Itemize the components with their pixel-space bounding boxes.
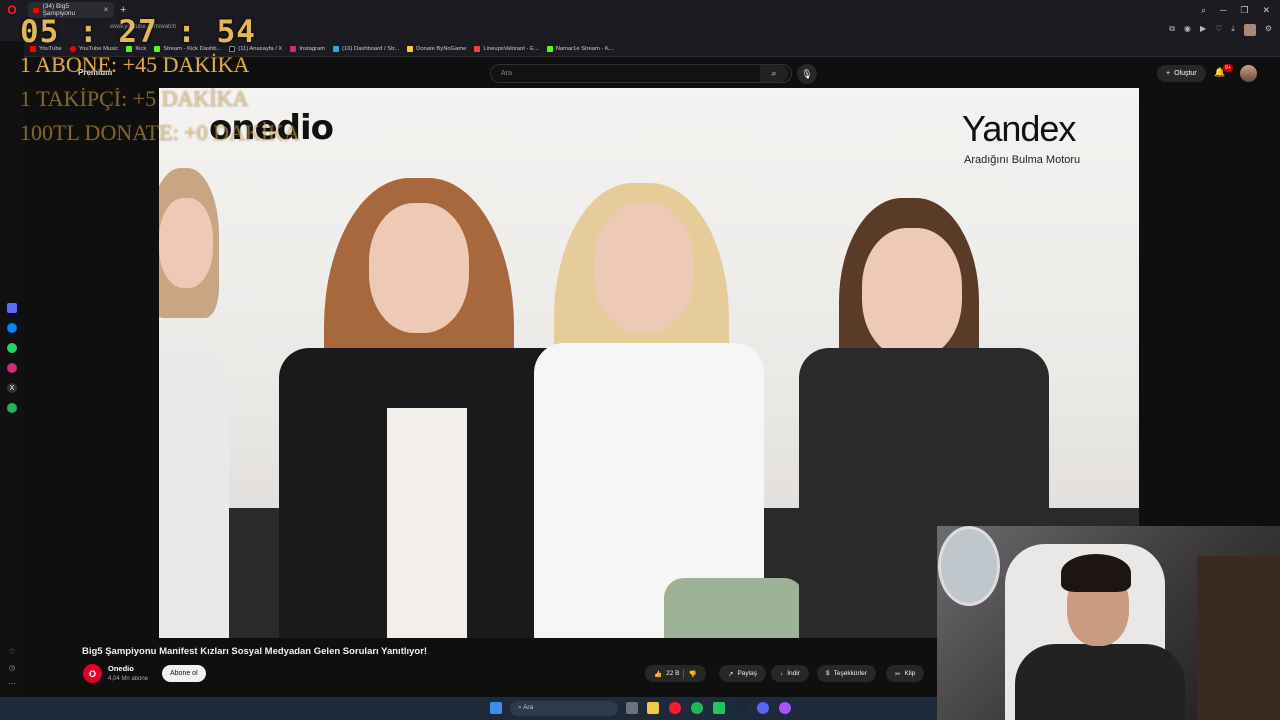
search-input[interactable]: Ara (490, 64, 792, 83)
extension-icon[interactable]: ⧉ (1169, 24, 1175, 36)
share-button[interactable]: ↗ Paylaş (719, 665, 766, 682)
thumbs-up-icon[interactable]: 👍 (654, 670, 662, 678)
like-count: 22 B (666, 670, 680, 677)
instagram-icon[interactable] (7, 363, 17, 373)
share-icon: ↗ (728, 670, 734, 678)
divider (683, 668, 685, 679)
channel-subscriber-count: 4,04 Mn abone (108, 676, 149, 682)
overlay-donate-rule: 100TL DONATE: +0 DAKİKA (20, 120, 300, 145)
bookmark-lineups[interactable]: LineupsValorant - E... (474, 45, 539, 52)
yandex-logo: Yandex (962, 108, 1076, 149)
stream-timer: 05 : 27 : 54 (20, 14, 256, 50)
like-dislike-button[interactable]: 👍 22 B 👎 (645, 665, 706, 682)
clip-label: Klip (904, 670, 916, 677)
user-avatar[interactable] (1240, 65, 1257, 82)
more-icon[interactable]: ⋯ (7, 679, 17, 689)
share-label: Paylaş (737, 670, 757, 677)
streamer-body (1015, 644, 1185, 720)
menu-icon[interactable]: ⚙ (1265, 24, 1272, 36)
history-icon[interactable]: ◷ (7, 663, 17, 673)
profile-avatar[interactable] (1243, 24, 1256, 36)
search-tabs-icon[interactable]: ⌕ (1201, 5, 1206, 16)
discord-icon[interactable] (757, 702, 769, 714)
bookmark-stream[interactable]: Namar1e Stream - K... (546, 45, 614, 52)
file-explorer-icon[interactable] (647, 702, 659, 714)
aria-icon[interactable] (7, 303, 17, 313)
download-button[interactable]: ↓ İndir (771, 665, 809, 682)
steam-icon[interactable] (735, 702, 747, 714)
task-view-icon[interactable] (626, 702, 638, 714)
download-icon[interactable]: ⤓ (1231, 24, 1235, 36)
opera-taskbar-icon[interactable] (669, 702, 681, 714)
address-bar-actions: ⧉ ◉ ▶ ♡ ⤓ ⚙ (1169, 24, 1272, 36)
bookmark-instagram[interactable]: Instagram (290, 45, 325, 52)
app-green-icon[interactable] (713, 702, 725, 714)
play-icon[interactable]: ▶ (1200, 24, 1206, 36)
webcam-overlay (937, 526, 1280, 720)
heart-icon[interactable]: ♡ (1215, 24, 1222, 36)
scissors-icon: ✂ (895, 670, 901, 678)
clip-button[interactable]: ✂ Klip (886, 665, 925, 682)
window-controls: ⌕ ─ ❐ ✕ (1201, 5, 1280, 16)
search-icon[interactable]: ⌕ (760, 65, 788, 82)
notification-badge: 9+ (1223, 64, 1233, 72)
thanks-label: Teşekkürler (833, 670, 867, 677)
obs-icon[interactable] (779, 702, 791, 714)
camera-icon[interactable]: ◉ (1184, 24, 1191, 36)
bookmark-dashboard[interactable]: (16) Dashboard / Str... (333, 45, 399, 52)
thumbs-down-icon[interactable]: 👎 (688, 670, 696, 678)
download-arrow-icon: ↓ (780, 670, 784, 677)
tab-close-icon[interactable]: ✕ (103, 6, 109, 14)
minimize-icon[interactable]: ─ (1220, 5, 1226, 16)
create-button[interactable]: + Oluştur (1157, 65, 1206, 82)
bookmark-donate[interactable]: Donate ByNoGame (407, 45, 466, 52)
video-title: Big5 Şampiyonu Manifest Kızları Sosyal M… (82, 646, 428, 657)
whatsapp-icon[interactable] (7, 343, 17, 353)
heart-sidebar-icon[interactable]: ♡ (7, 647, 17, 657)
overlay-follower-rule: 1 TAKİPÇİ: +5 DAKİKA (20, 86, 249, 111)
subscribe-button[interactable]: Abone ol (162, 665, 206, 682)
x-icon[interactable]: X (7, 383, 17, 393)
fan-object (938, 526, 1000, 606)
super-thanks-icon: $ (826, 670, 830, 677)
channel-avatar[interactable]: O (83, 664, 102, 683)
close-window-icon[interactable]: ✕ (1262, 5, 1270, 16)
shelf-object (1197, 556, 1280, 720)
maximize-icon[interactable]: ❐ (1240, 5, 1248, 16)
overlay-subscriber-rule: 1 ABONE: +45 DAKİKA (20, 52, 250, 77)
microphone-icon[interactable]: 🎙 (797, 64, 817, 84)
channel-name[interactable]: Onedio (108, 664, 134, 673)
spotify-icon[interactable] (7, 403, 17, 413)
taskbar-search[interactable]: ⌕ Ara (510, 701, 618, 716)
windows-start-icon[interactable] (490, 702, 502, 714)
thanks-button[interactable]: $ Teşekkürler (817, 665, 876, 682)
windows-taskbar: ⌕ Ara (0, 697, 937, 720)
create-label: Oluştur (1174, 70, 1197, 77)
youtube-favicon-icon (33, 7, 39, 13)
taskbar-search-label: Ara (523, 704, 534, 711)
spotify-taskbar-icon[interactable] (691, 702, 703, 714)
yandex-tagline: Aradığını Bulma Motoru (964, 154, 1081, 166)
streamer-hair (1061, 554, 1131, 592)
download-label: İndir (787, 670, 800, 677)
plus-icon: + (1166, 70, 1171, 77)
messenger-icon[interactable] (7, 323, 17, 333)
